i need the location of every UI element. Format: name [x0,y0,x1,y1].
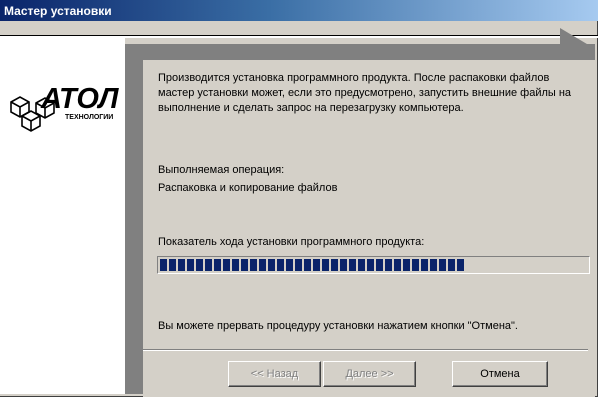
progress-block [223,259,230,271]
progress-block [367,259,374,271]
progress-block [358,259,365,271]
progress-block [295,259,302,271]
intro-line-3: выполнение и сделать запрос на перезагру… [158,102,464,114]
install-progress-bar [157,256,590,274]
logo-brand: АТОЛ [40,83,120,115]
progress-block [376,259,383,271]
operation-value: Распаковка и копирование файлов [158,182,338,194]
progress-block [169,259,176,271]
progress-label: Показатель хода установки программного п… [158,236,425,248]
back-button[interactable]: << Назад [228,361,321,387]
progress-block [349,259,356,271]
progress-block [277,259,284,271]
progress-block [439,259,446,271]
progress-block [286,259,293,271]
progress-block [205,259,212,271]
progress-block [385,259,392,271]
progress-block [268,259,275,271]
progress-block [322,259,329,271]
progress-block [214,259,221,271]
window-title: Мастер установки [4,4,112,18]
progress-fill [160,259,464,271]
progress-block [250,259,257,271]
progress-block [187,259,194,271]
cancel-hint: Вы можете прервать процедуру установки н… [158,320,518,332]
progress-block [232,259,239,271]
progress-block [421,259,428,271]
operation-label: Выполняемая операция: [158,164,285,176]
progress-block [340,259,347,271]
progress-block [331,259,338,271]
progress-block [304,259,311,271]
progress-block [178,259,185,271]
atol-logo: АТОЛ технологии [10,83,120,132]
progress-block [241,259,248,271]
progress-block [430,259,437,271]
progress-block [448,259,455,271]
progress-block [259,259,266,271]
progress-block [403,259,410,271]
cancel-button[interactable]: Отмена [452,361,548,387]
intro-line-1: Производится установка программного прод… [158,72,550,84]
next-button[interactable]: Далее >> [323,361,416,387]
intro-text: Производится установка программного прод… [158,71,583,116]
progress-block [196,259,203,271]
progress-block [457,259,464,271]
progress-block [412,259,419,271]
footer-divider-highlight [143,350,588,351]
installer-window: Мастер установки АТОЛ технологии Произво… [0,0,598,397]
title-bar[interactable]: Мастер установки [0,0,598,21]
progress-block [313,259,320,271]
logo-tagline: технологии [65,114,113,121]
progress-block [160,259,167,271]
progress-block [394,259,401,271]
intro-line-2: мастер установки может, если это предусм… [158,87,572,99]
